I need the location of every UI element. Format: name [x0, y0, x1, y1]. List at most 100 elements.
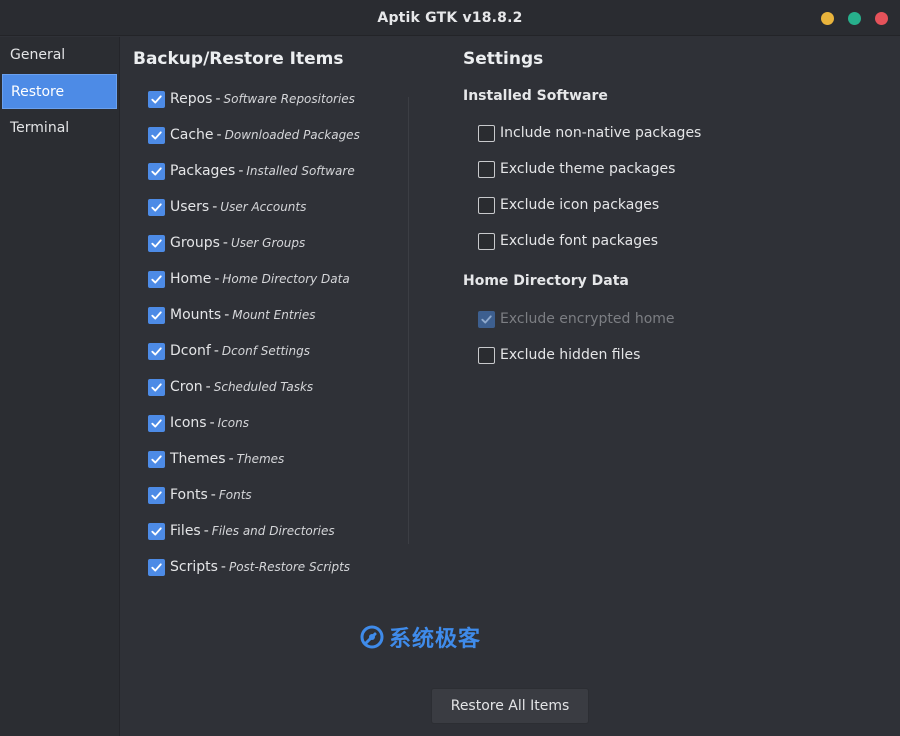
- item-name: Cron: [170, 379, 203, 395]
- item-description: Software Repositories: [223, 92, 355, 106]
- item-name: Dconf: [170, 343, 211, 359]
- item-name: Mounts: [170, 307, 222, 323]
- item-label: Groups - User Groups: [170, 235, 306, 251]
- checkbox[interactable]: [148, 198, 165, 216]
- backup-item-users[interactable]: Users - User Accounts: [148, 197, 306, 217]
- item-name: Scripts: [170, 559, 218, 575]
- settings-heading: Settings: [463, 49, 544, 69]
- item-description: Mount Entries: [232, 308, 316, 322]
- item-description: Files and Directories: [211, 524, 335, 538]
- checkbox[interactable]: [478, 232, 495, 250]
- installed-software-option[interactable]: Exclude font packages: [478, 231, 658, 251]
- checkbox: [478, 310, 495, 328]
- item-label: Mounts - Mount Entries: [170, 307, 316, 323]
- checkbox[interactable]: [148, 306, 165, 324]
- watermark-logo-icon: [360, 625, 384, 649]
- item-description: Icons: [217, 416, 249, 430]
- item-description: Fonts: [218, 488, 252, 502]
- item-label: Dconf - Dconf Settings: [170, 343, 310, 359]
- option-label: Exclude font packages: [500, 233, 658, 249]
- checkbox[interactable]: [478, 346, 495, 364]
- item-label: Fonts - Fonts: [170, 487, 252, 503]
- item-name: Fonts: [170, 487, 208, 503]
- window-controls: [821, 12, 888, 25]
- watermark: 系统极客: [359, 621, 481, 653]
- checkbox[interactable]: [148, 162, 165, 180]
- restore-all-button[interactable]: Restore All Items: [431, 688, 589, 724]
- item-label: Users - User Accounts: [170, 199, 307, 215]
- backup-item-mounts[interactable]: Mounts - Mount Entries: [148, 305, 315, 325]
- item-name: Icons: [170, 415, 207, 431]
- sidebar-item-restore[interactable]: Restore: [2, 74, 117, 109]
- item-name: Cache: [170, 127, 214, 143]
- close-button[interactable]: [875, 12, 888, 25]
- item-name: Users: [170, 199, 210, 215]
- installed-software-option[interactable]: Exclude theme packages: [478, 159, 675, 179]
- item-description: Post-Restore Scripts: [228, 560, 351, 574]
- checkbox[interactable]: [148, 126, 165, 144]
- option-label: Include non-native packages: [500, 125, 702, 141]
- sidebar-item-terminal[interactable]: Terminal: [0, 110, 119, 146]
- installed-software-option[interactable]: Exclude icon packages: [478, 195, 659, 215]
- checkbox[interactable]: [478, 160, 495, 178]
- option-label: Exclude hidden files: [500, 347, 641, 363]
- item-label: Cron - Scheduled Tasks: [170, 379, 314, 395]
- sidebar: General Restore Terminal: [0, 37, 120, 736]
- item-description: Scheduled Tasks: [213, 380, 314, 394]
- item-name: Themes: [170, 451, 226, 467]
- item-description: Dconf Settings: [221, 344, 310, 358]
- item-label: Packages - Installed Software: [170, 163, 355, 179]
- checkbox[interactable]: [148, 90, 165, 108]
- watermark-text: 系统极客: [389, 627, 482, 652]
- item-label: Icons - Icons: [170, 415, 249, 431]
- item-name: Packages: [170, 163, 236, 179]
- title-bar: Aptik GTK v18.8.2: [0, 0, 900, 36]
- backup-item-dconf[interactable]: Dconf - Dconf Settings: [148, 341, 310, 361]
- backup-item-packages[interactable]: Packages - Installed Software: [148, 161, 355, 181]
- item-label: Repos - Software Repositories: [170, 91, 355, 107]
- backup-item-scripts[interactable]: Scripts - Post-Restore Scripts: [148, 557, 350, 577]
- item-label: Scripts - Post-Restore Scripts: [170, 559, 351, 575]
- installed-software-option[interactable]: Include non-native packages: [478, 123, 701, 143]
- option-label: Exclude icon packages: [500, 197, 660, 213]
- item-description: Downloaded Packages: [224, 128, 360, 142]
- sidebar-item-general[interactable]: General: [0, 37, 119, 73]
- checkbox[interactable]: [148, 450, 165, 468]
- item-label: Files - Files and Directories: [170, 523, 335, 539]
- item-description: User Accounts: [220, 200, 307, 214]
- checkbox[interactable]: [478, 124, 495, 142]
- backup-item-icons[interactable]: Icons - Icons: [148, 413, 249, 433]
- checkbox[interactable]: [148, 414, 165, 432]
- column-divider: [408, 97, 409, 544]
- maximize-button[interactable]: [848, 12, 861, 25]
- backup-restore-heading: Backup/Restore Items: [133, 49, 344, 69]
- checkbox[interactable]: [148, 486, 165, 504]
- item-description: Themes: [236, 452, 285, 466]
- window-title: Aptik GTK v18.8.2: [377, 9, 523, 26]
- item-label: Themes - Themes: [170, 451, 285, 467]
- checkbox[interactable]: [148, 342, 165, 360]
- option-label: Exclude encrypted home: [500, 311, 675, 327]
- backup-item-home[interactable]: Home - Home Directory Data: [148, 269, 350, 289]
- backup-item-themes[interactable]: Themes - Themes: [148, 449, 284, 469]
- item-label: Home - Home Directory Data: [170, 271, 350, 287]
- item-description: Home Directory Data: [222, 272, 350, 286]
- backup-item-fonts[interactable]: Fonts - Fonts: [148, 485, 252, 505]
- backup-item-repos[interactable]: Repos - Software Repositories: [148, 89, 355, 109]
- backup-item-cron[interactable]: Cron - Scheduled Tasks: [148, 377, 313, 397]
- checkbox[interactable]: [148, 522, 165, 540]
- item-label: Cache - Downloaded Packages: [170, 127, 360, 143]
- checkbox[interactable]: [478, 196, 495, 214]
- home-directory-option[interactable]: Exclude hidden files: [478, 345, 640, 365]
- checkbox[interactable]: [148, 270, 165, 288]
- checkbox[interactable]: [148, 558, 165, 576]
- backup-item-groups[interactable]: Groups - User Groups: [148, 233, 305, 253]
- backup-item-files[interactable]: Files - Files and Directories: [148, 521, 335, 541]
- option-label: Exclude theme packages: [500, 161, 676, 177]
- checkbox[interactable]: [148, 234, 165, 252]
- checkbox[interactable]: [148, 378, 165, 396]
- backup-item-cache[interactable]: Cache - Downloaded Packages: [148, 125, 360, 145]
- item-description: User Groups: [230, 236, 306, 250]
- minimize-button[interactable]: [821, 12, 834, 25]
- home-directory-heading: Home Directory Data: [463, 273, 629, 289]
